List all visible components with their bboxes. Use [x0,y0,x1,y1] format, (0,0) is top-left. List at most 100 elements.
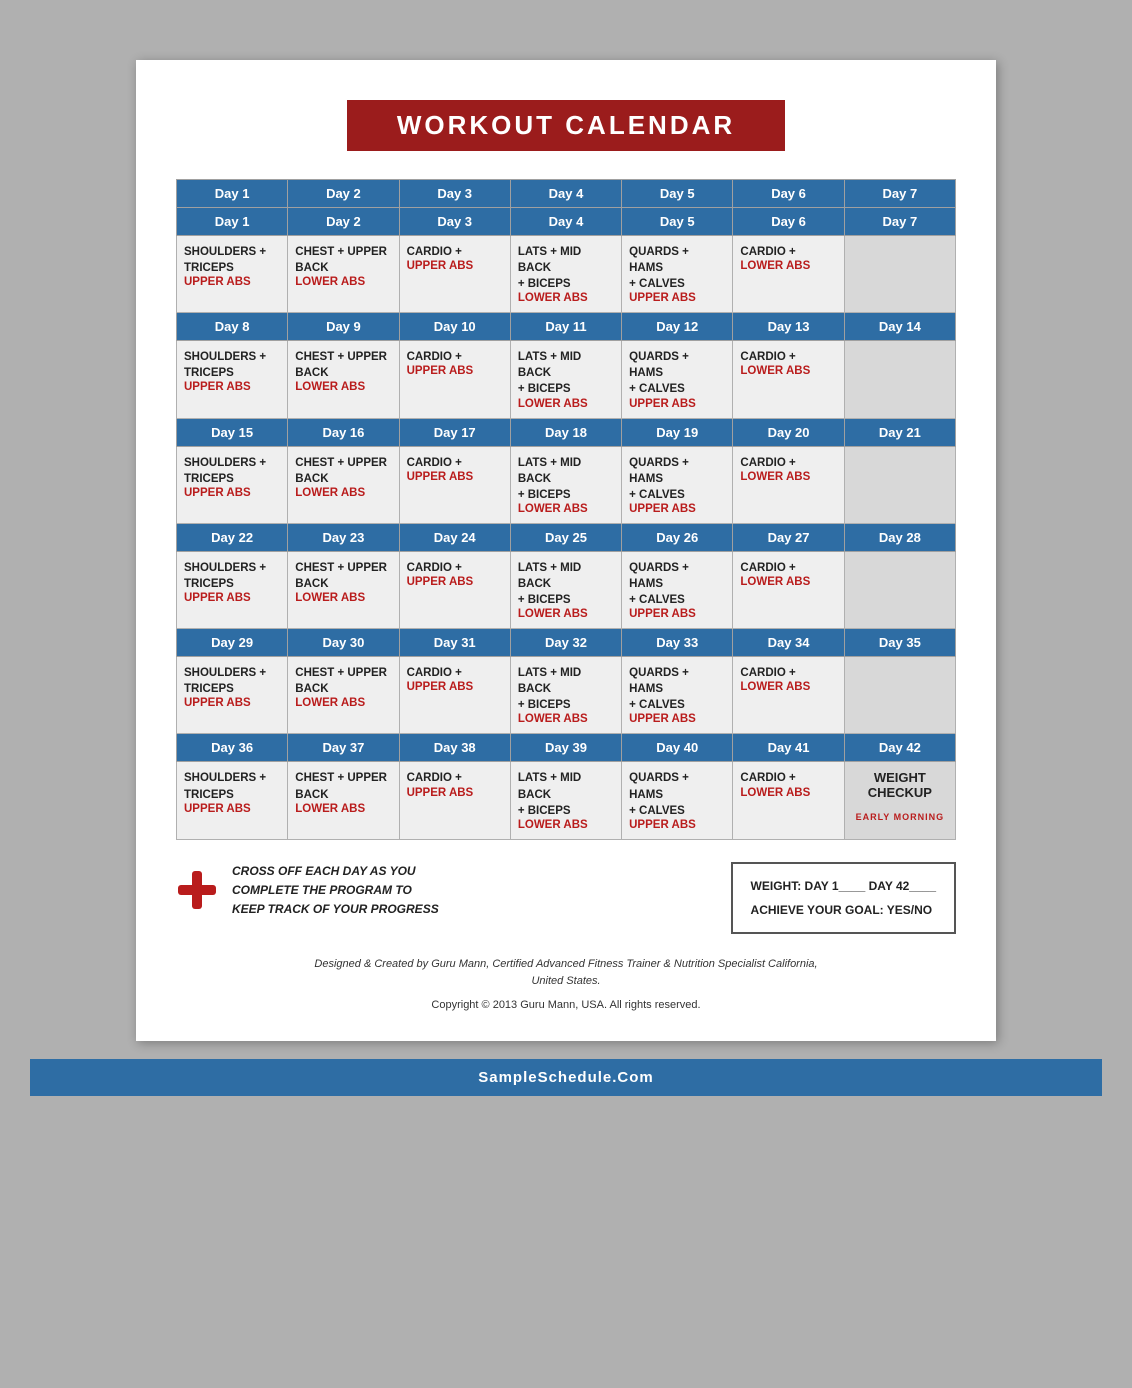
workout-text: SHOULDERS +TRICEPS [184,244,280,276]
week-day-label: Day 8 [177,313,288,341]
calendar-cell [844,446,955,523]
calendar-cell: CARDIO +UPPER ABS [399,762,510,839]
abs-text: UPPER ABS [407,260,503,272]
abs-text: LOWER ABS [740,365,836,377]
week-day-label: Day 40 [622,734,733,762]
workout-text: CARDIO + [740,244,836,260]
abs-text: LOWER ABS [295,381,391,393]
calendar-cell: CARDIO +LOWER ABS [733,341,844,418]
calendar-cell: CARDIO +LOWER ABS [733,236,844,313]
workout-text: SHOULDERS +TRICEPS [184,665,280,697]
calendar-cell: SHOULDERS +TRICEPSUPPER ABS [177,341,288,418]
calendar-cell: CHEST + UPPERBACKLOWER ABS [288,762,399,839]
workout-text: CHEST + UPPERBACK [295,560,391,592]
abs-text: UPPER ABS [184,803,280,815]
calendar-cell: LATS + MID BACK+ BICEPSLOWER ABS [510,446,621,523]
weight-box: WEIGHT: DAY 1____ DAY 42____ ACHIEVE YOU… [731,862,956,934]
calendar-cell: CARDIO +LOWER ABS [733,657,844,734]
week-day-label: Day 35 [844,629,955,657]
col-header-4: Day 4 [510,180,621,208]
abs-text: LOWER ABS [740,681,836,693]
workout-text: CARDIO + [407,665,503,681]
col-header-6: Day 6 [733,180,844,208]
calendar-cell: QUARDS + HAMS+ CALVESUPPER ABS [622,657,733,734]
cross-icon [176,869,218,911]
week-day-label: Day 21 [844,418,955,446]
calendar-cell: LATS + MID BACK+ BICEPSLOWER ABS [510,236,621,313]
week-day-label: Day 20 [733,418,844,446]
abs-text: LOWER ABS [518,292,614,304]
week-day-label: Day 22 [177,523,288,551]
week-day-label: Day 29 [177,629,288,657]
week-day-label: Day 12 [622,313,733,341]
week-day-label: Day 37 [288,734,399,762]
calendar-cell: CHEST + UPPERBACKLOWER ABS [288,657,399,734]
workout-calendar: Day 1Day 2Day 3Day 4Day 5Day 6Day 7 Day … [176,179,956,840]
abs-text: LOWER ABS [295,697,391,709]
week-day-label: Day 19 [622,418,733,446]
workout-text: QUARDS + HAMS+ CALVES [629,560,725,608]
abs-text: LOWER ABS [295,803,391,815]
abs-text: UPPER ABS [184,381,280,393]
workout-text: CHEST + UPPERBACK [295,665,391,697]
workout-text: QUARDS + HAMS+ CALVES [629,770,725,818]
abs-text: UPPER ABS [407,365,503,377]
abs-text: LOWER ABS [295,487,391,499]
abs-text: UPPER ABS [629,608,725,620]
week-day-label: Day 24 [399,523,510,551]
footer-section: CROSS OFF EACH DAY AS YOU COMPLETE THE P… [176,862,956,934]
week-day-label: Day 4 [510,208,621,236]
col-header-3: Day 3 [399,180,510,208]
abs-text: LOWER ABS [518,503,614,515]
workout-text: QUARDS + HAMS+ CALVES [629,349,725,397]
calendar-cell: LATS + MID BACK+ BICEPSLOWER ABS [510,341,621,418]
calendar-cell: QUARDS + HAMS+ CALVESUPPER ABS [622,236,733,313]
calendar-cell: CARDIO +UPPER ABS [399,446,510,523]
workout-text: SHOULDERS +TRICEPS [184,455,280,487]
workout-text: CARDIO + [740,349,836,365]
abs-text: LOWER ABS [740,260,836,272]
weight-checkup-sub: EARLY MORNING [852,812,948,822]
abs-text: LOWER ABS [295,592,391,604]
workout-text: QUARDS + HAMS+ CALVES [629,455,725,503]
workout-text: CHEST + UPPERBACK [295,770,391,802]
abs-text: UPPER ABS [629,292,725,304]
page: WORKOUT CALENDAR Day 1Day 2Day 3Day 4Day… [136,60,996,1041]
calendar-cell: SHOULDERS +TRICEPSUPPER ABS [177,236,288,313]
abs-text: UPPER ABS [184,697,280,709]
week-day-label: Day 34 [733,629,844,657]
week-day-label: Day 16 [288,418,399,446]
abs-text: LOWER ABS [740,787,836,799]
abs-text: UPPER ABS [407,681,503,693]
abs-text: UPPER ABS [629,503,725,515]
abs-text: UPPER ABS [184,487,280,499]
calendar-cell: LATS + MID BACK+ BICEPSLOWER ABS [510,551,621,628]
workout-text: QUARDS + HAMS+ CALVES [629,665,725,713]
abs-text: UPPER ABS [184,592,280,604]
workout-text: LATS + MID BACK+ BICEPS [518,455,614,503]
week-day-label: Day 33 [622,629,733,657]
calendar-cell: LATS + MID BACK+ BICEPSLOWER ABS [510,762,621,839]
workout-text: CHEST + UPPERBACK [295,349,391,381]
calendar-cell: SHOULDERS +TRICEPSUPPER ABS [177,762,288,839]
workout-text: CARDIO + [407,770,503,786]
cross-section: CROSS OFF EACH DAY AS YOU COMPLETE THE P… [176,862,439,920]
calendar-cell: SHOULDERS +TRICEPSUPPER ABS [177,657,288,734]
calendar-cell [844,551,955,628]
workout-text: LATS + MID BACK+ BICEPS [518,770,614,818]
week-day-label: Day 14 [844,313,955,341]
week-day-label: Day 2 [288,208,399,236]
abs-text: UPPER ABS [407,787,503,799]
calendar-cell: CHEST + UPPERBACKLOWER ABS [288,446,399,523]
week-day-label: Day 9 [288,313,399,341]
workout-text: CARDIO + [407,560,503,576]
week-day-label: Day 42 [844,734,955,762]
calendar-cell: CARDIO +LOWER ABS [733,551,844,628]
calendar-cell: QUARDS + HAMS+ CALVESUPPER ABS [622,341,733,418]
week-day-label: Day 32 [510,629,621,657]
abs-text: LOWER ABS [518,713,614,725]
abs-text: UPPER ABS [184,276,280,288]
calendar-cell: SHOULDERS +TRICEPSUPPER ABS [177,446,288,523]
workout-text: CARDIO + [740,455,836,471]
page-title: WORKOUT CALENDAR [347,100,785,151]
